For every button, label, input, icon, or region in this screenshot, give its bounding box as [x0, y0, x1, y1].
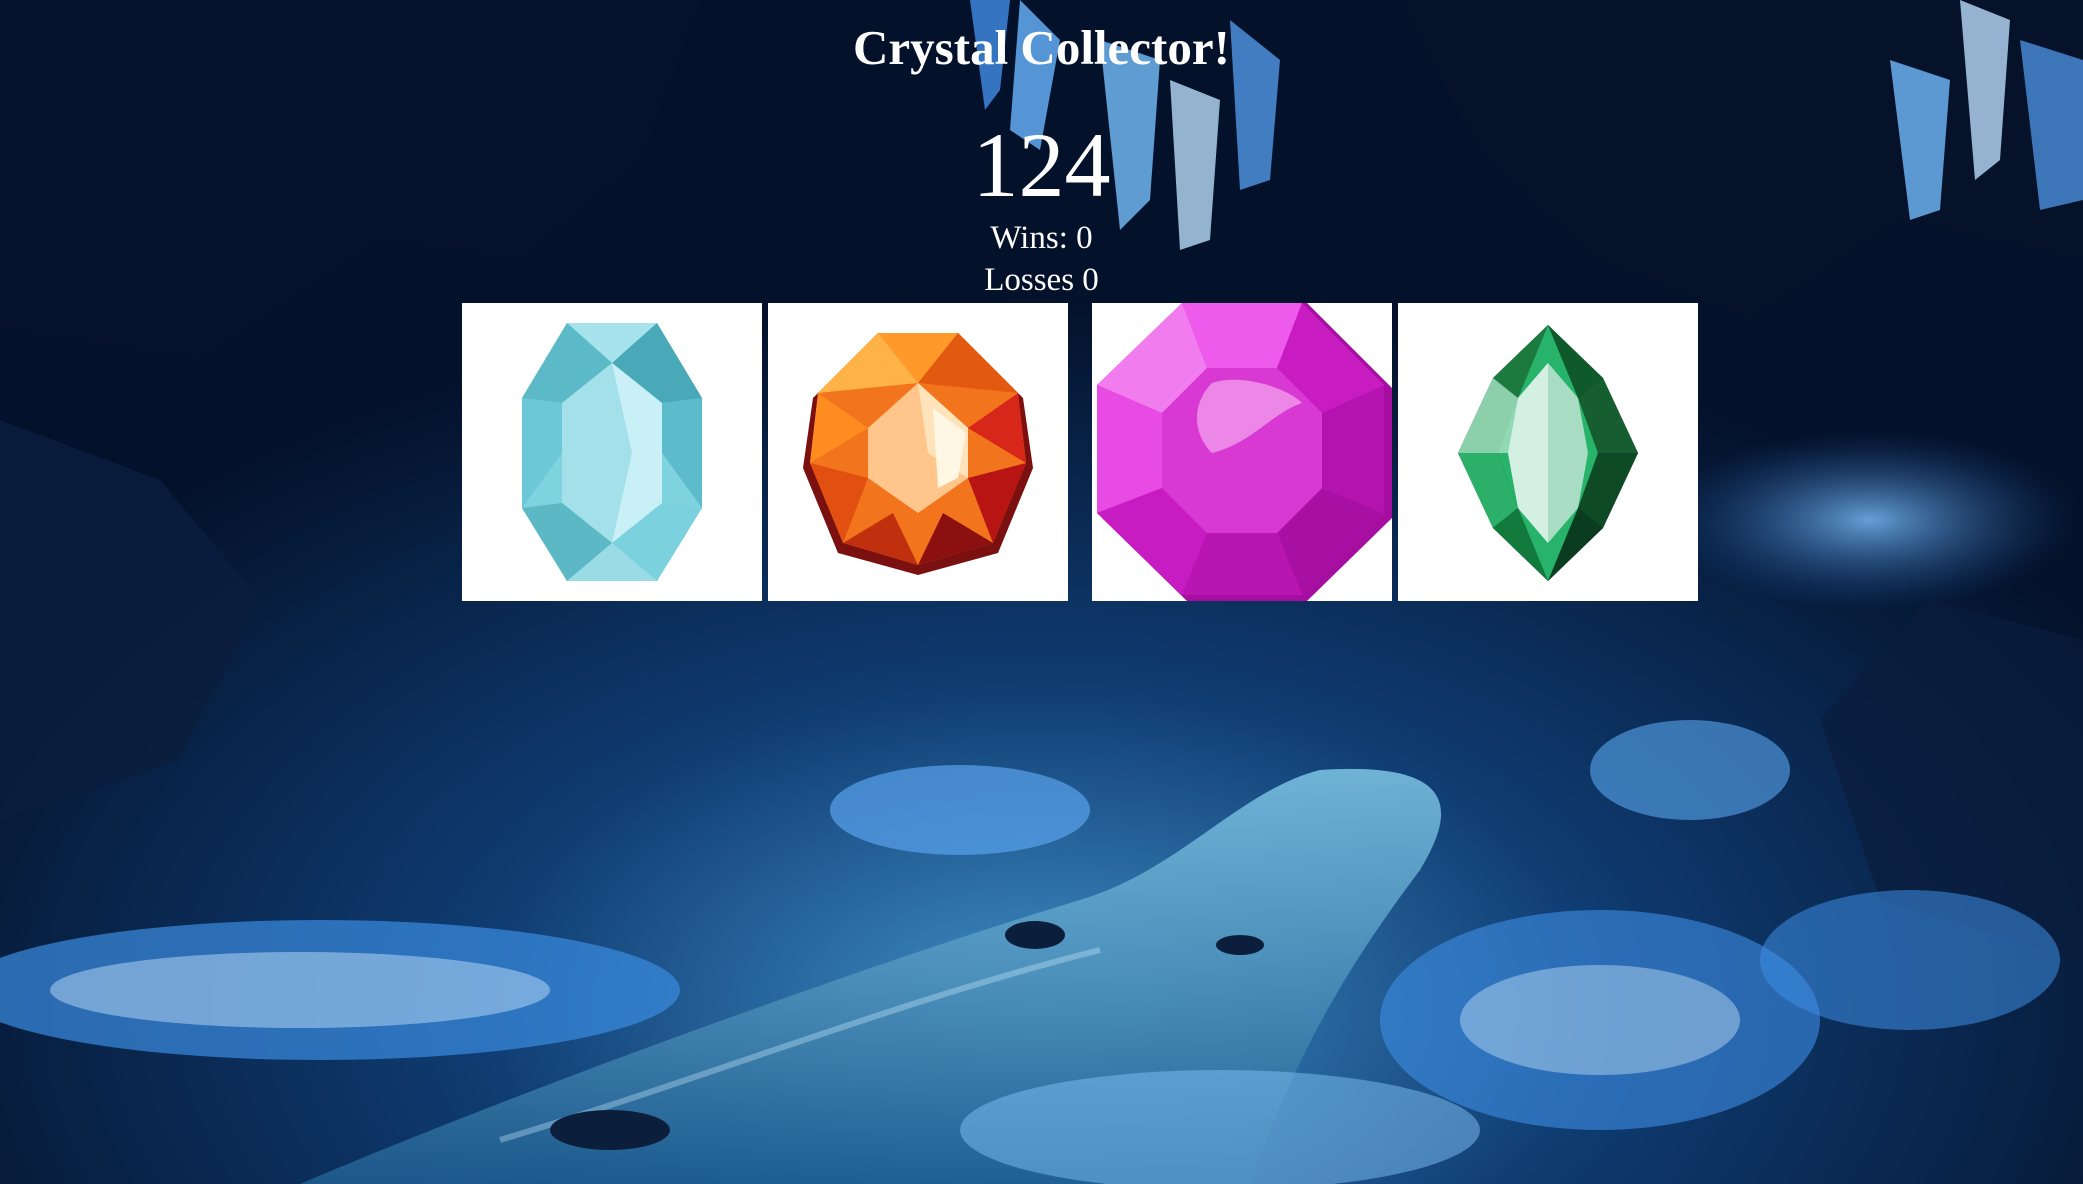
wins-label: Wins: [990, 220, 1077, 256]
game-title: Crystal Collector! [853, 20, 1230, 75]
losses-label: Losses [984, 262, 1083, 298]
crystal-button-magenta[interactable] [1092, 303, 1392, 601]
crystal-button-emerald[interactable] [1398, 303, 1698, 601]
emerald-gem-icon [1458, 325, 1638, 581]
aquamarine-gem-icon [522, 323, 702, 581]
crystal-button-aquamarine[interactable] [462, 303, 762, 601]
target-number: 124 [972, 114, 1111, 216]
wins-value: 0 [1076, 220, 1093, 256]
losses-value: 0 [1082, 262, 1099, 298]
losses-counter: Losses 0 [0, 260, 2083, 300]
magenta-octagon-gem-icon [1097, 303, 1392, 601]
crystal-button-orange[interactable] [768, 303, 1068, 601]
orange-topaz-gem-icon [803, 333, 1033, 575]
wins-counter: Wins: 0 [0, 218, 2083, 258]
